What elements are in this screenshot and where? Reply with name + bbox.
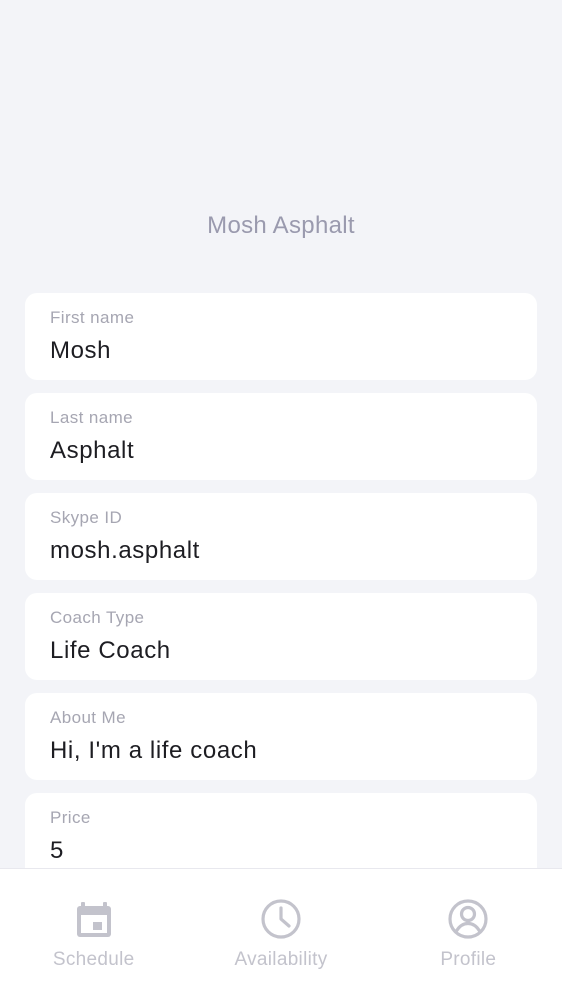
clock-icon: [259, 897, 303, 941]
nav-label-schedule: Schedule: [52, 949, 135, 970]
nav-item-availability[interactable]: Availability: [187, 869, 374, 1000]
profile-form: First name Mosh Last name Asphalt Skype …: [25, 293, 537, 893]
skype-id-value[interactable]: mosh.asphalt: [50, 536, 512, 566]
nav-label-availability: Availability: [234, 949, 328, 970]
first-name-value[interactable]: Mosh: [50, 336, 512, 366]
calendar-icon: [72, 897, 116, 941]
price-value[interactable]: 5: [50, 836, 512, 866]
price-label: Price: [50, 808, 91, 827]
about-me-label: About Me: [50, 708, 126, 727]
coach-type-field[interactable]: Coach Type Life Coach: [25, 593, 537, 680]
skype-id-field[interactable]: Skype ID mosh.asphalt: [25, 493, 537, 580]
nav-item-profile[interactable]: Profile: [375, 869, 562, 1000]
first-name-field[interactable]: First name Mosh: [25, 293, 537, 380]
profile-screen: Mosh Asphalt First name Mosh Last name A…: [0, 0, 562, 1000]
last-name-field[interactable]: Last name Asphalt: [25, 393, 537, 480]
last-name-value[interactable]: Asphalt: [50, 436, 512, 466]
bottom-navigation: Schedule Availability Profile: [0, 868, 562, 1000]
price-field[interactable]: Price 5: [25, 793, 537, 880]
profile-display-name: Mosh Asphalt: [207, 212, 355, 239]
first-name-label: First name: [50, 308, 135, 327]
coach-type-label: Coach Type: [50, 608, 145, 627]
coach-type-value[interactable]: Life Coach: [50, 636, 512, 666]
skype-id-label: Skype ID: [50, 508, 123, 527]
nav-label-profile: Profile: [440, 949, 497, 970]
about-me-value[interactable]: Hi, I'm a life coach: [50, 736, 512, 766]
last-name-label: Last name: [50, 408, 133, 427]
user-circle-icon: [446, 897, 490, 941]
nav-item-schedule[interactable]: Schedule: [0, 869, 187, 1000]
about-me-field[interactable]: About Me Hi, I'm a life coach: [25, 693, 537, 780]
